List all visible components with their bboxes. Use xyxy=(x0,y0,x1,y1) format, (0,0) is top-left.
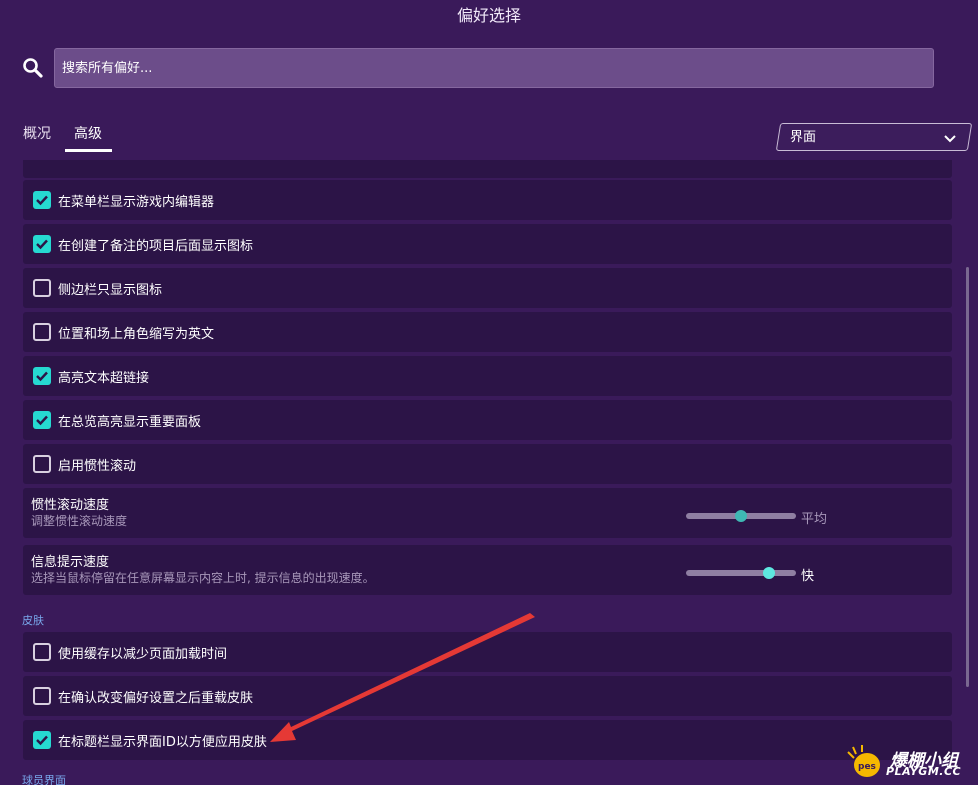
setting-label: 侧边栏只显示图标 xyxy=(58,283,163,298)
setting-label: 在确认改变偏好设置之后重载皮肤 xyxy=(58,691,254,706)
category-dropdown-value: 界面 xyxy=(790,130,817,145)
setting-row[interactable]: 侧边栏只显示图标 xyxy=(23,268,952,308)
tab-advanced[interactable]: 高级 xyxy=(74,123,102,143)
slider-value: 平均 xyxy=(801,512,828,527)
setting-label: 使用缓存以减少页面加载时间 xyxy=(58,647,228,662)
tab-overview[interactable]: 概况 xyxy=(23,123,51,143)
setting-row[interactable]: 在创建了备注的项目后面显示图标 xyxy=(23,224,952,264)
setting-row[interactable]: 高亮文本超链接 xyxy=(23,356,952,396)
checkbox-unchecked[interactable] xyxy=(33,455,51,473)
settings-list: 在菜单栏显示游戏内编辑器 在创建了备注的项目后面显示图标 侧边栏只显示图标 位置… xyxy=(0,160,978,785)
setting-row[interactable]: 使用缓存以减少页面加载时间 xyxy=(23,632,952,672)
checkbox-unchecked[interactable] xyxy=(33,323,51,341)
checkmark-icon xyxy=(36,415,48,426)
checkbox-unchecked[interactable] xyxy=(33,279,51,297)
checkbox-unchecked[interactable] xyxy=(33,687,51,705)
setting-row[interactable]: 位置和场上角色缩写为英文 xyxy=(23,312,952,352)
checkbox-checked[interactable] xyxy=(33,731,51,749)
slider-knob[interactable] xyxy=(735,510,747,522)
setting-label: 在菜单栏显示游戏内编辑器 xyxy=(58,195,215,210)
list-item xyxy=(23,160,952,178)
scrollbar[interactable] xyxy=(966,267,969,687)
setting-row[interactable]: 在标题栏显示界面ID以方便应用皮肤 xyxy=(23,720,952,760)
setting-label: 在创建了备注的项目后面显示图标 xyxy=(58,239,254,254)
watermark-logo: pes xyxy=(858,762,876,772)
checkbox-checked[interactable] xyxy=(33,191,51,209)
setting-label: 在总览高亮显示重要面板 xyxy=(58,415,202,430)
setting-label: 高亮文本超链接 xyxy=(58,371,150,386)
checkmark-icon xyxy=(36,371,48,382)
setting-row[interactable]: 在菜单栏显示游戏内编辑器 xyxy=(23,180,952,220)
setting-label: 在标题栏显示界面ID以方便应用皮肤 xyxy=(58,735,267,750)
slider-description: 选择当鼠标停留在任意屏幕显示内容上时, 提示信息的出现速度。 xyxy=(31,571,375,585)
checkbox-checked[interactable] xyxy=(33,235,51,253)
slider-row: 惯性滚动速度 调整惯性滚动速度 平均 xyxy=(23,488,952,538)
checkbox-checked[interactable] xyxy=(33,367,51,385)
search-icon[interactable] xyxy=(22,57,44,79)
slider-value: 快 xyxy=(801,569,815,584)
preferences-window: 偏好选择 概况 高级 界面 在菜单栏显示游戏内编辑器 在创建了备注的项目后面显示… xyxy=(0,0,978,785)
watermark-url: PLAYGM.CC xyxy=(886,765,962,778)
active-tab-indicator xyxy=(65,149,112,152)
checkmark-icon xyxy=(36,195,48,206)
window-title: 偏好选择 xyxy=(456,6,521,25)
search-input[interactable] xyxy=(54,48,934,88)
setting-label: 位置和场上角色缩写为英文 xyxy=(58,327,215,342)
slider-title: 惯性滚动速度 xyxy=(31,498,110,513)
checkmark-icon xyxy=(36,239,48,250)
setting-row[interactable]: 在总览高亮显示重要面板 xyxy=(23,400,952,440)
chevron-down-icon xyxy=(943,130,957,143)
setting-row[interactable]: 在确认改变偏好设置之后重载皮肤 xyxy=(23,676,952,716)
checkbox-unchecked[interactable] xyxy=(33,643,51,661)
setting-label: 启用惯性滚动 xyxy=(58,459,137,474)
slider-title: 信息提示速度 xyxy=(31,555,110,570)
checkmark-icon xyxy=(36,735,48,746)
slider-row: 信息提示速度 选择当鼠标停留在任意屏幕显示内容上时, 提示信息的出现速度。 快 xyxy=(23,545,952,595)
section-title-skin: 皮肤 xyxy=(22,614,44,627)
slider-track[interactable] xyxy=(686,570,796,576)
setting-row[interactable]: 启用惯性滚动 xyxy=(23,444,952,484)
section-title-player: 球员界面 xyxy=(22,774,66,785)
slider-description: 调整惯性滚动速度 xyxy=(31,514,128,528)
checkbox-checked[interactable] xyxy=(33,411,51,429)
slider-knob[interactable] xyxy=(762,567,775,579)
